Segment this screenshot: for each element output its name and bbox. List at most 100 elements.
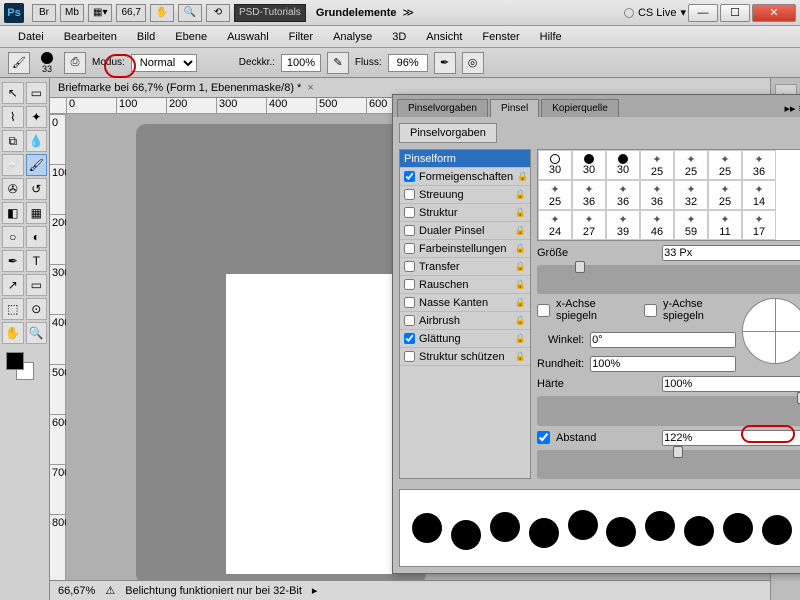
maximize-button[interactable]: ☐ xyxy=(720,4,750,22)
menu-hilfe[interactable]: Hilfe xyxy=(530,31,572,43)
status-zoom[interactable]: 66,67% xyxy=(58,585,95,597)
brush-tip[interactable]: ✦24 xyxy=(538,210,572,240)
menu-bild[interactable]: Bild xyxy=(127,31,165,43)
angle-control[interactable] xyxy=(742,298,800,364)
zoom-tool-icon[interactable]: 🔍 xyxy=(178,4,202,22)
brush-option-airbrush[interactable]: Airbrush🔒 xyxy=(400,312,530,330)
brush-option-formeigenschaften[interactable]: Formeigenschaften🔒 xyxy=(400,168,530,186)
wand-tool[interactable]: ✦ xyxy=(26,106,48,128)
zoom-display[interactable]: 66,7 xyxy=(116,4,145,22)
dodge-tool[interactable]: ◐ xyxy=(26,226,48,248)
opacity-pressure-icon[interactable]: ✎ xyxy=(327,52,349,74)
brush-tip[interactable]: 30 xyxy=(606,150,640,180)
tablet-pressure-icon[interactable]: ◎ xyxy=(462,52,484,74)
type-tool[interactable]: T xyxy=(26,250,48,272)
minimize-button[interactable]: — xyxy=(688,4,718,22)
gradient-tool[interactable]: ▦ xyxy=(26,202,48,224)
brush-tip[interactable]: ✦17 xyxy=(742,210,776,240)
airbrush-icon[interactable]: ✒ xyxy=(434,52,456,74)
cslive-button[interactable]: CS Live ▾ xyxy=(624,6,686,19)
spacing-slider[interactable] xyxy=(537,450,800,479)
hand-tool-icon[interactable]: ✋ xyxy=(150,4,174,22)
brush-tip[interactable]: ✦36 xyxy=(606,180,640,210)
brush-option-pinselform[interactable]: Pinselform xyxy=(400,150,530,168)
stamp-tool[interactable]: ✇ xyxy=(2,178,24,200)
zoom-tool[interactable]: 🔍 xyxy=(26,322,48,344)
flipx-checkbox[interactable] xyxy=(537,304,550,317)
workspace-button[interactable]: PSD-Tutorials xyxy=(234,4,306,22)
move-tool[interactable]: ↖ xyxy=(2,82,24,104)
opacity-input[interactable] xyxy=(281,54,321,72)
blur-tool[interactable]: ○ xyxy=(2,226,24,248)
brush-option-streuung[interactable]: Streuung🔒 xyxy=(400,186,530,204)
brush-tip[interactable]: ✦39 xyxy=(606,210,640,240)
brush-tip[interactable]: ✦32 xyxy=(674,180,708,210)
menu-analyse[interactable]: Analyse xyxy=(323,31,382,43)
menu-ebene[interactable]: Ebene xyxy=(165,31,217,43)
tab-pinsel[interactable]: Pinsel xyxy=(490,99,539,117)
hardness-input[interactable] xyxy=(662,376,800,392)
mb-button[interactable]: Mb xyxy=(60,4,84,22)
brush-tip[interactable]: ✦14 xyxy=(742,180,776,210)
brush-tip[interactable]: ✦25 xyxy=(674,150,708,180)
crop-tool[interactable]: ⧉ xyxy=(2,130,24,152)
menu-auswahl[interactable]: Auswahl xyxy=(217,31,279,43)
brush-option-transfer[interactable]: Transfer🔒 xyxy=(400,258,530,276)
close-tab-icon[interactable]: × xyxy=(307,82,313,94)
view-rotate-icon[interactable]: ⟲ xyxy=(206,4,230,22)
chevron-right-icon[interactable]: ≫ xyxy=(403,6,415,19)
brush-tip[interactable]: ✦27 xyxy=(572,210,606,240)
brush-tip[interactable]: ✦25 xyxy=(708,150,742,180)
brush-tip[interactable]: ✦11 xyxy=(708,210,742,240)
brush-option-struktur-schützen[interactable]: Struktur schützen🔒 xyxy=(400,348,530,366)
history-brush-tool[interactable]: ↺ xyxy=(26,178,48,200)
brush-tip[interactable]: 30 xyxy=(538,150,572,180)
presets-button[interactable]: Pinselvorgaben xyxy=(399,123,497,143)
panel-menu-icon[interactable]: ▸▸ ≡ xyxy=(778,100,800,117)
3d-camera-tool[interactable]: ⊙ xyxy=(26,298,48,320)
lasso-tool[interactable]: ⌇ xyxy=(2,106,24,128)
marquee-tool[interactable]: ▭ xyxy=(26,82,48,104)
menu-filter[interactable]: Filter xyxy=(279,31,323,43)
menu-datei[interactable]: Datei xyxy=(8,31,54,43)
path-tool[interactable]: ↗ xyxy=(2,274,24,296)
brush-preview[interactable]: 33 xyxy=(36,52,58,74)
hand-tool[interactable]: ✋ xyxy=(2,322,24,344)
close-button[interactable]: ✕ xyxy=(752,4,796,22)
menu-3d[interactable]: 3D xyxy=(382,31,416,43)
eraser-tool[interactable]: ◧ xyxy=(2,202,24,224)
hardness-slider[interactable] xyxy=(537,396,800,425)
brush-tip[interactable]: 30 xyxy=(572,150,606,180)
roundness-input[interactable] xyxy=(590,356,736,372)
brush-tool[interactable]: 🖌 xyxy=(26,154,48,176)
brush-tip[interactable]: ✦25 xyxy=(538,180,572,210)
tab-pinselvorgaben[interactable]: Pinselvorgaben xyxy=(397,99,488,117)
brush-option-rauschen[interactable]: Rauschen🔒 xyxy=(400,276,530,294)
brush-option-glättung[interactable]: Glättung🔒 xyxy=(400,330,530,348)
brush-option-struktur[interactable]: Struktur🔒 xyxy=(400,204,530,222)
menu-fenster[interactable]: Fenster xyxy=(472,31,529,43)
spacing-input[interactable] xyxy=(662,430,800,446)
brush-tip[interactable]: ✦36 xyxy=(640,180,674,210)
mode-select[interactable]: Normal xyxy=(131,54,197,72)
brush-option-farbeinstellungen[interactable]: Farbeinstellungen🔒 xyxy=(400,240,530,258)
brush-tip[interactable]: ✦59 xyxy=(674,210,708,240)
brush-panel-toggle-icon[interactable]: ⎙ xyxy=(64,52,86,74)
brush-tip[interactable]: ✦25 xyxy=(708,180,742,210)
shape-tool[interactable]: ▭ xyxy=(26,274,48,296)
brush-option-dualer-pinsel[interactable]: Dualer Pinsel🔒 xyxy=(400,222,530,240)
brush-tip[interactable]: ✦36 xyxy=(572,180,606,210)
angle-input[interactable] xyxy=(590,332,736,348)
brush-tip[interactable]: ✦46 xyxy=(640,210,674,240)
eyedropper-tool[interactable]: 💧 xyxy=(26,130,48,152)
heal-tool[interactable]: 🩹 xyxy=(2,154,24,176)
brush-tool-icon[interactable]: 🖌 xyxy=(8,52,30,74)
size-slider[interactable] xyxy=(537,265,800,294)
brush-option-nasse-kanten[interactable]: Nasse Kanten🔒 xyxy=(400,294,530,312)
pen-tool[interactable]: ✒ xyxy=(2,250,24,272)
spacing-checkbox[interactable] xyxy=(537,431,550,444)
flipy-checkbox[interactable] xyxy=(644,304,657,317)
bridge-button[interactable]: Br xyxy=(32,4,56,22)
brush-tip[interactable]: ✦25 xyxy=(640,150,674,180)
color-swatches[interactable] xyxy=(2,350,47,386)
